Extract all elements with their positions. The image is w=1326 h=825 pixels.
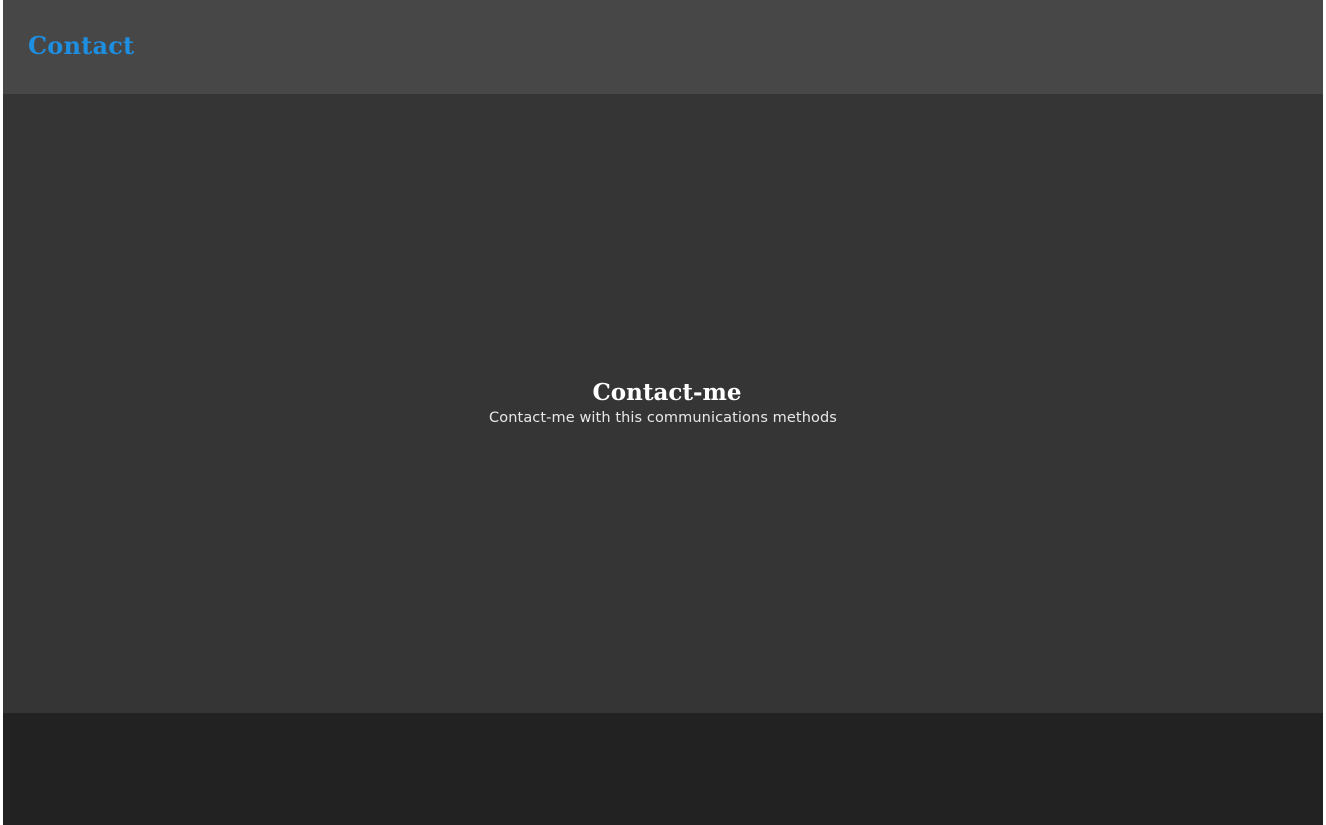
page: Contact Contact-me Contact-me with this …	[3, 0, 1323, 825]
main-content: Contact-me Contact-me with this communic…	[3, 94, 1323, 713]
header-bar: Contact	[3, 0, 1323, 94]
footer	[3, 713, 1323, 825]
page-title: Contact	[28, 31, 135, 60]
contact-heading: Contact-me	[592, 379, 742, 406]
contact-hero: Contact-me Contact-me with this communic…	[3, 378, 1323, 428]
contact-description: Contact-me with this communications meth…	[489, 410, 837, 426]
